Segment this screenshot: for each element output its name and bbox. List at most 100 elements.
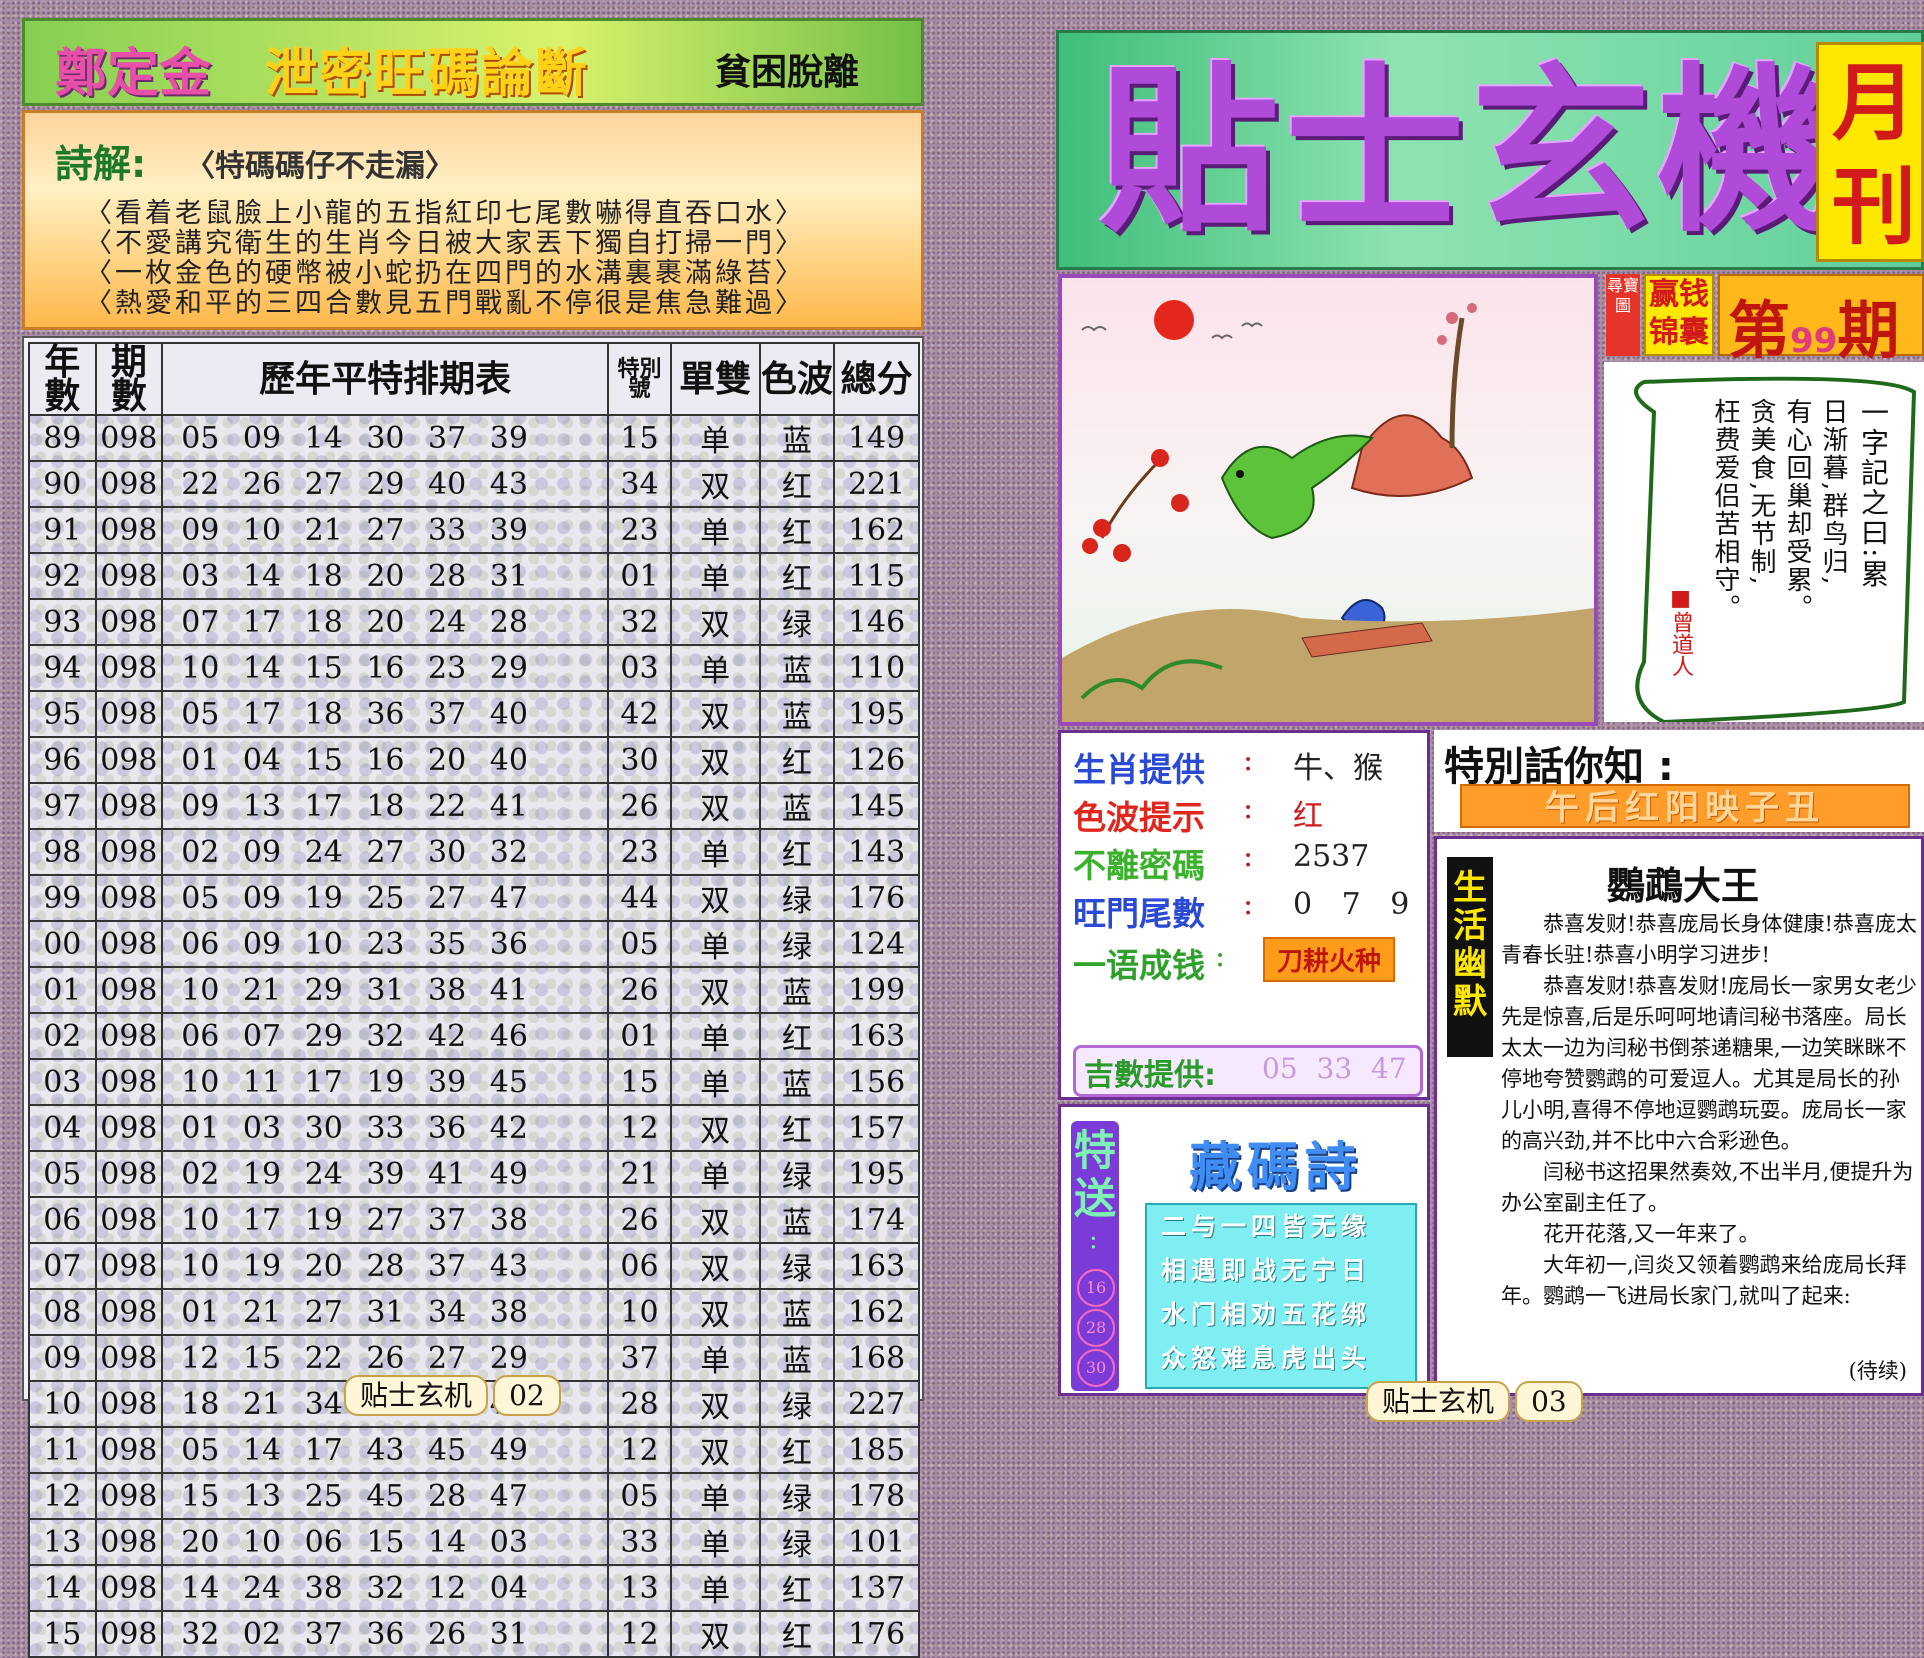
tail-number-value: 0 7 9 — [1293, 887, 1420, 922]
special-number-cell: 42 — [607, 690, 672, 738]
total-cell: 174 — [833, 1196, 920, 1244]
monthly-label: 月刊 — [1831, 54, 1916, 256]
period-cell: 098 — [94, 552, 164, 600]
total-cell: 156 — [833, 1058, 920, 1106]
green-parrot-icon — [1220, 434, 1374, 540]
period-cell: 098 — [94, 1288, 164, 1336]
story-paragraph: 大年初一,闫炎又领着鹦鹉来给庞局长拜年。鹦鹉一飞进局长家门,就叫了起来: — [1501, 1253, 1907, 1308]
table-row: 02 098 06 07 29 32 42 46 01 单红 163 — [28, 1012, 920, 1060]
total-cell: 195 — [833, 1150, 920, 1198]
year-cell: 03 — [28, 1058, 97, 1106]
period-cell: 098 — [94, 1150, 164, 1198]
color-cell: 蓝 — [758, 1058, 836, 1106]
issue-number-box: 第99期 — [1718, 274, 1924, 367]
color-row: 色波提示 : 红 — [1073, 791, 1323, 837]
odd-even-cell: 单 — [669, 1472, 761, 1520]
col-year: 年數 — [28, 342, 97, 416]
table-header-row: 年數 期數 歷年平特排期表 特別號 單雙 色波 總分 — [28, 342, 920, 416]
special-number-cell: 30 — [607, 736, 672, 784]
special-number-cell: 10 — [607, 1288, 672, 1336]
odd-even-cell: 双 — [669, 1242, 761, 1290]
poem-lines: 〈看着老鼠臉上小龍的五指紅印七尾數嚇得直吞口水〉 〈不愛講究衛生的生肖今日被大家… — [85, 199, 885, 319]
results-table-panel: 年數 期數 歷年平特排期表 特別號 單雙 色波 總分 89 098 05 09 14… — [22, 336, 924, 1658]
numbers-cell: 05 09 14 30 37 39 — [161, 414, 610, 462]
year-cell: 04 — [28, 1104, 97, 1152]
period-cell: 098 — [94, 460, 164, 508]
to-be-continued: (待续) — [1848, 1359, 1907, 1383]
poem-line: 二与一四皆无缘 — [1161, 1212, 1372, 1241]
period-cell: 098 — [94, 736, 164, 784]
win-money-tag: 赢钱 锦囊 — [1644, 274, 1714, 356]
special-number-cell: 15 — [607, 414, 672, 462]
odd-even-cell: 双 — [669, 1196, 761, 1244]
total-cell: 176 — [833, 1610, 920, 1658]
numbers-cell: 10 17 19 27 37 38 — [161, 1196, 610, 1244]
period-cell: 098 — [94, 1610, 164, 1658]
color-cell: 红 — [758, 506, 836, 554]
poem-label: 詩解: — [55, 142, 147, 186]
table-row: 96 098 01 04 15 16 20 40 30 双红 126 — [28, 736, 920, 784]
story-paragraph: 恭喜发财!恭喜发财!庞局长一家男女老少先是惊喜,后是乐呵呵地请闫秘书落座。局长太… — [1501, 974, 1917, 1153]
period-cell: 098 — [94, 1196, 164, 1244]
branch-icon — [1449, 317, 1465, 449]
special-number-cell: 12 — [607, 1610, 672, 1658]
year-cell: 14 — [28, 1564, 97, 1612]
odd-even-cell: 双 — [669, 460, 761, 508]
table-row: 14 098 14 24 38 32 12 04 13 单红 137 — [28, 1564, 920, 1612]
year-cell: 15 — [28, 1610, 97, 1658]
total-cell: 162 — [833, 506, 920, 554]
special-number-cell: 06 — [607, 1242, 672, 1290]
special-number-cell: 26 — [607, 1196, 672, 1244]
table-row: 06 098 10 17 19 27 37 38 26 双蓝 174 — [28, 1196, 920, 1244]
life-humor-tag: 生活幽默 — [1447, 857, 1493, 1057]
special-number-cell: 13 — [607, 1564, 672, 1612]
year-cell: 07 — [28, 1242, 97, 1290]
table-row: 89 098 05 09 14 30 37 39 15 单蓝 149 — [28, 414, 920, 462]
special-number-cell: 03 — [607, 644, 672, 692]
numbers-cell: 20 10 06 15 14 03 — [161, 1518, 610, 1566]
distant-birds-icon — [1211, 322, 1263, 340]
color-value: 红 — [1293, 799, 1323, 834]
period-cell: 098 — [94, 1472, 164, 1520]
color-cell: 绿 — [758, 1518, 836, 1566]
scroll-line: 贪美食,无节制, — [1746, 398, 1776, 587]
color-cell: 绿 — [758, 1472, 836, 1520]
odd-even-cell: 单 — [669, 1058, 761, 1106]
color-cell: 蓝 — [758, 1196, 836, 1244]
period-cell: 098 — [94, 782, 164, 830]
year-cell: 05 — [28, 1150, 97, 1198]
numbers-cell: 10 14 15 16 23 29 — [161, 644, 610, 692]
color-cell: 绿 — [758, 874, 836, 922]
period-cell: 098 — [94, 874, 164, 922]
author-name: 鄭定金 — [55, 44, 212, 104]
total-cell: 162 — [833, 1288, 920, 1336]
numbers-cell: 05 14 17 43 45 49 — [161, 1426, 610, 1474]
numbers-cell: 01 21 27 31 34 38 — [161, 1288, 610, 1336]
color-cell: 红 — [758, 460, 836, 508]
year-cell: 96 — [28, 736, 97, 784]
col-special: 特別號 — [607, 342, 672, 416]
right-footer: 贴士玄机 03 — [1366, 1380, 1583, 1422]
distant-bird-icon — [1081, 326, 1107, 332]
special-number-cell: 12 — [607, 1104, 672, 1152]
table-row: 95 098 05 17 18 36 37 40 42 双蓝 195 — [28, 690, 920, 738]
year-cell: 99 — [28, 874, 97, 922]
phrase-row: 一语成钱 : 刀耕火种 — [1073, 937, 1423, 985]
odd-even-cell: 双 — [669, 690, 761, 738]
scroll-line: 日渐暮,群鸟归, — [1818, 398, 1848, 587]
poem-title: 〈特碼碼仔不走漏〉 — [185, 149, 455, 184]
odd-even-cell: 双 — [669, 782, 761, 830]
total-cell: 185 — [833, 1426, 920, 1474]
zodiac-row: 生肖提供 : 牛、猴 — [1073, 743, 1383, 789]
bird-painting — [1058, 274, 1598, 726]
odd-even-cell: 单 — [669, 552, 761, 600]
total-cell: 178 — [833, 1472, 920, 1520]
period-cell: 098 — [94, 598, 164, 646]
special-number-cell: 37 — [607, 1334, 672, 1382]
humor-story-panel: 生活幽默 鸚鵡大王 恭喜发财!恭喜庞局长身体健康!恭喜庞太青春长驻!恭喜小明学习… — [1434, 836, 1924, 1396]
year-cell: 90 — [28, 460, 97, 508]
special-number-cell: 05 — [607, 1472, 672, 1520]
numbers-cell: 10 21 29 31 38 41 — [161, 966, 610, 1014]
odd-even-cell: 双 — [669, 1288, 761, 1336]
story-body: 恭喜发财!恭喜庞局长身体健康!恭喜庞太青春长驻!恭喜小明学习进步! 恭喜发财!恭… — [1501, 909, 1919, 1312]
